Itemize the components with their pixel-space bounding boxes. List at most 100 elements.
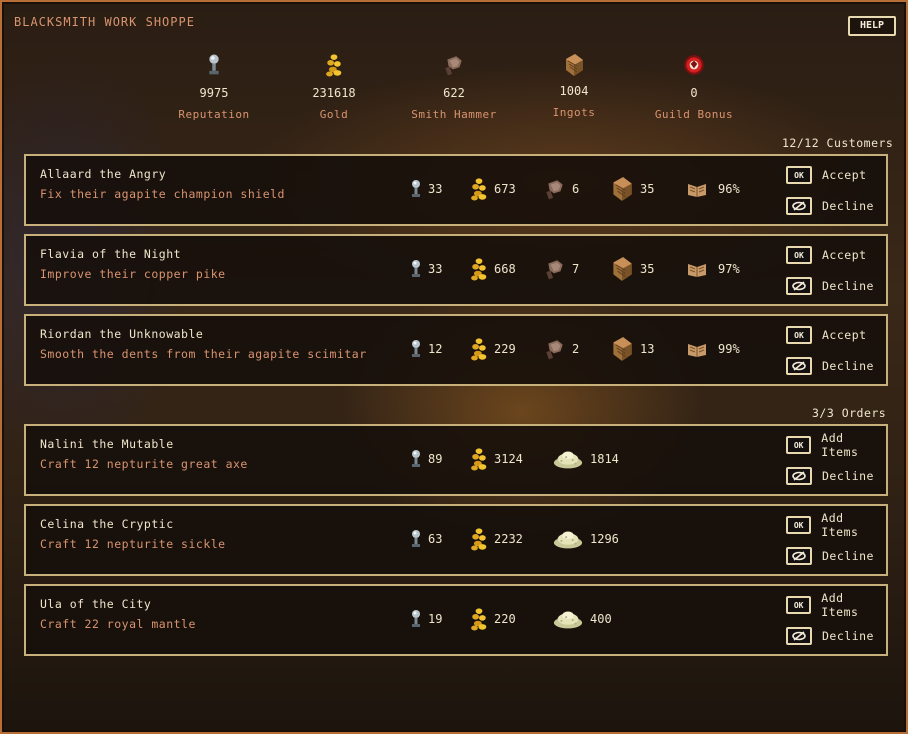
- ingot-icon: [610, 175, 634, 203]
- material-reward: 1296: [552, 526, 619, 552]
- gold-reward: 2232: [470, 526, 523, 552]
- material-pile-icon: [552, 608, 584, 630]
- stat-value: 231618: [312, 86, 356, 100]
- hammer-cost: 7: [544, 256, 579, 282]
- stat-value: 9975: [199, 86, 229, 100]
- add-items-button[interactable]: OK Add Items: [786, 431, 886, 459]
- ok-icon: OK: [786, 326, 812, 344]
- decline-button[interactable]: Decline: [786, 357, 874, 375]
- ingot-icon: [562, 52, 586, 78]
- customer-row: Riordan the Unknowable Smooth the dents …: [24, 314, 888, 386]
- smith-hammer-icon: [544, 338, 566, 360]
- accept-button[interactable]: OK Accept: [786, 166, 867, 184]
- gold-reward: 3124: [470, 446, 523, 472]
- stat-value: 1004: [559, 84, 589, 98]
- reputation-reward: 33: [410, 176, 442, 202]
- material-pile-icon: [552, 448, 584, 470]
- reputation-icon: [410, 529, 422, 549]
- decline-icon: [786, 357, 812, 375]
- gold-icon: [470, 336, 488, 362]
- ingot-icon: [610, 335, 634, 363]
- order-customer-name: Celina the Cryptic: [40, 517, 174, 531]
- decline-button[interactable]: Decline: [786, 627, 874, 645]
- blacksmith-window: BLACKSMITH WORK SHOPPE HELP 9975 Reputat…: [0, 0, 908, 734]
- reputation-reward: 33: [410, 256, 442, 282]
- ingot-cost: 35: [610, 256, 654, 282]
- order-row: Nalini the Mutable Craft 12 nepturite gr…: [24, 424, 888, 496]
- material-pile-icon: [552, 528, 584, 550]
- decline-icon: [786, 277, 812, 295]
- stat-label: Ingots: [552, 106, 596, 119]
- decline-button[interactable]: Decline: [786, 467, 874, 485]
- decline-button[interactable]: Decline: [786, 197, 874, 215]
- help-button[interactable]: HELP: [848, 16, 896, 36]
- reputation-icon: [207, 52, 221, 78]
- ingot-cost: 35: [610, 176, 654, 202]
- ingot-cost: 13: [610, 336, 654, 362]
- customer-task: Improve their copper pike: [40, 267, 226, 281]
- stat-label: Smith Hammer: [411, 108, 497, 121]
- order-row: Celina the Cryptic Craft 12 nepturite si…: [24, 504, 888, 576]
- accept-button[interactable]: OK Accept: [786, 246, 867, 264]
- add-items-button[interactable]: OK Add Items: [786, 511, 886, 539]
- gold-icon: [470, 446, 488, 472]
- decline-icon: [786, 547, 812, 565]
- gold-reward: 220: [470, 606, 516, 632]
- customers-count: 12/12 Customers: [782, 136, 894, 150]
- window-title: BLACKSMITH WORK SHOPPE: [14, 15, 195, 29]
- order-customer-name: Ula of the City: [40, 597, 152, 611]
- customer-task: Smooth the dents from their agapite scim…: [40, 347, 367, 361]
- order-row: Ula of the City Craft 22 royal mantle 19…: [24, 584, 888, 656]
- smith-hammer-icon: [443, 52, 465, 78]
- order-task: Craft 22 royal mantle: [40, 617, 196, 631]
- success-chance: 96%: [686, 176, 740, 202]
- customer-row: Flavia of the Night Improve their copper…: [24, 234, 888, 306]
- success-chance: 99%: [686, 336, 740, 362]
- customer-task: Fix their agapite champion shield: [40, 187, 285, 201]
- stat-value: 0: [690, 86, 698, 100]
- material-reward: 400: [552, 606, 612, 632]
- material-reward: 1814: [552, 446, 619, 472]
- gold-icon: [470, 176, 488, 202]
- gold-icon: [470, 526, 488, 552]
- gold-icon: [470, 606, 488, 632]
- add-items-button[interactable]: OK Add Items: [786, 591, 886, 619]
- customer-row: Allaard the Angry Fix their agapite cham…: [24, 154, 888, 226]
- reputation-reward: 89: [410, 446, 442, 472]
- customer-name: Flavia of the Night: [40, 247, 182, 261]
- reputation-icon: [410, 449, 422, 469]
- stat-label: Guild Bonus: [654, 108, 734, 121]
- ok-icon: OK: [786, 246, 812, 264]
- orders-count: 3/3 Orders: [812, 406, 887, 420]
- ok-icon: OK: [786, 436, 812, 454]
- decline-button[interactable]: Decline: [786, 277, 874, 295]
- gold-icon: [325, 52, 343, 78]
- ok-icon: OK: [786, 596, 812, 614]
- reputation-icon: [410, 259, 422, 279]
- gold-reward: 668: [470, 256, 516, 282]
- gold-reward: 229: [470, 336, 516, 362]
- stat-smith-hammer: 622 Smith Hammer: [399, 52, 509, 121]
- stat-reputation: 9975 Reputation: [159, 52, 269, 121]
- guild-bonus-icon: [682, 52, 706, 78]
- ingot-icon: [610, 255, 634, 283]
- reputation-icon: [410, 609, 422, 629]
- stat-gold: 231618 Gold: [279, 52, 389, 121]
- order-customer-name: Nalini the Mutable: [40, 437, 174, 451]
- reputation-reward: 12: [410, 336, 442, 362]
- accept-button[interactable]: OK Accept: [786, 326, 867, 344]
- gold-icon: [470, 256, 488, 282]
- book-icon: [686, 180, 708, 198]
- smith-hammer-icon: [544, 178, 566, 200]
- reputation-reward: 63: [410, 526, 442, 552]
- decline-button[interactable]: Decline: [786, 547, 874, 565]
- stat-label: Reputation: [178, 108, 250, 121]
- stat-label: Gold: [319, 108, 349, 121]
- decline-icon: [786, 197, 812, 215]
- customer-name: Riordan the Unknowable: [40, 327, 204, 341]
- decline-icon: [786, 627, 812, 645]
- reputation-icon: [410, 179, 422, 199]
- gold-reward: 673: [470, 176, 516, 202]
- order-task: Craft 12 nepturite sickle: [40, 537, 226, 551]
- stat-value: 622: [443, 86, 465, 100]
